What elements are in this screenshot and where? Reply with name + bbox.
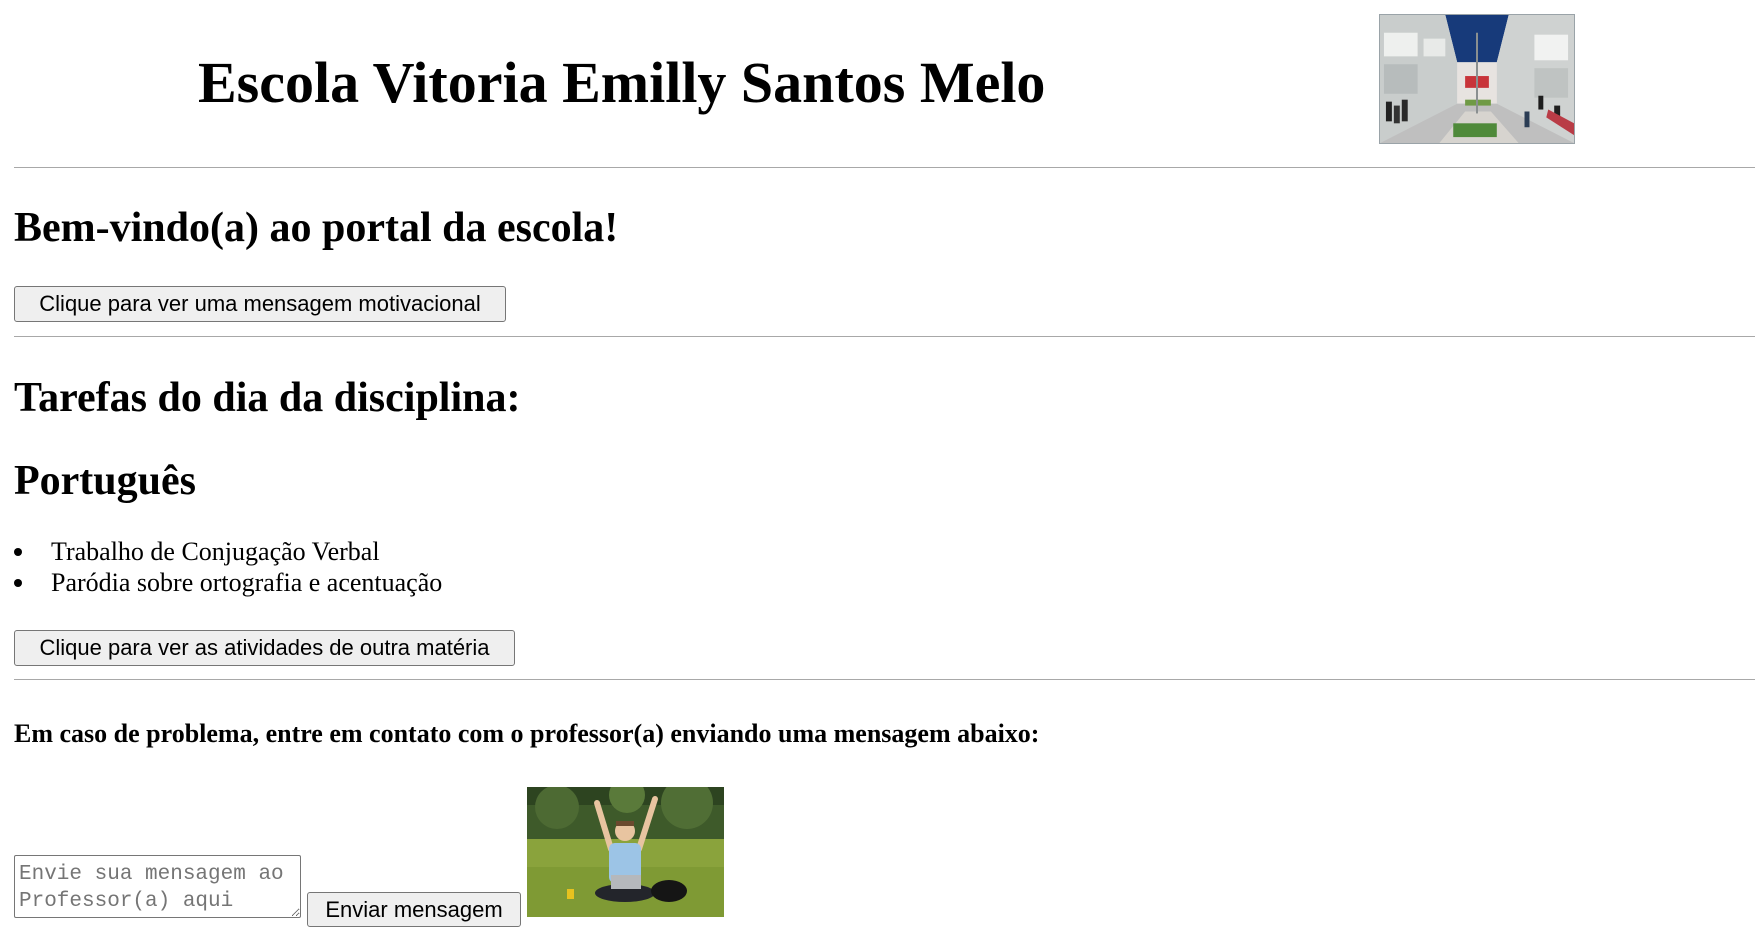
site-title: Escola Vitoria Emilly Santos Melo xyxy=(198,50,1046,115)
welcome-heading: Bem-vindo(a) ao portal da escola! xyxy=(14,205,619,251)
motivational-message-button[interactable]: Clique para ver uma mensagem motivaciona… xyxy=(14,286,506,322)
task-list: Trabalho de Conjugação Verbal Paródia so… xyxy=(14,536,442,598)
send-message-button[interactable]: Enviar mensagem xyxy=(307,892,521,927)
contact-instructions: Em caso de problema, entre em contato co… xyxy=(14,719,1040,748)
school-courtyard-photo xyxy=(1379,14,1575,144)
page: Escola Vitoria Emilly Santos Melo Bem-vi… xyxy=(0,0,1755,941)
happy-student-photo xyxy=(527,787,724,917)
subject-heading: Português xyxy=(14,458,196,504)
list-item: Trabalho de Conjugação Verbal xyxy=(14,536,442,567)
tasks-heading: Tarefas do dia da disciplina: xyxy=(14,375,521,421)
list-item: Paródia sobre ortografia e acentuação xyxy=(14,567,442,598)
divider xyxy=(14,167,1755,168)
message-textarea[interactable] xyxy=(14,855,301,918)
other-subject-button[interactable]: Clique para ver as atividades de outra m… xyxy=(14,630,515,666)
divider xyxy=(14,679,1755,680)
divider xyxy=(14,336,1755,337)
